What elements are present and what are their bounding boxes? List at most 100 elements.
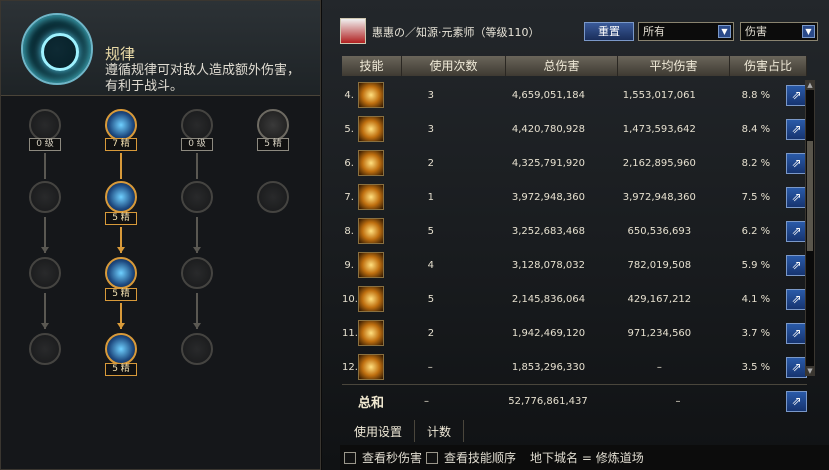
row-uses: 2	[427, 157, 435, 169]
row-avg-damage: –	[656, 361, 662, 373]
skill-level-2: 7 精	[105, 138, 137, 151]
row-uses: 2	[427, 327, 435, 339]
row-number: 5.	[344, 123, 354, 135]
share-icon[interactable]: ⇗	[786, 254, 807, 276]
skill-node-6[interactable]	[105, 181, 137, 213]
scroll-down-icon[interactable]: ▼	[805, 366, 815, 376]
skill-order-checkbox-label: 查看技能顺序	[444, 451, 517, 465]
scroll-thumb[interactable]	[807, 141, 813, 251]
dungeon-name: 地下城名 = 修炼道场	[530, 451, 644, 465]
status-bar: 查看秒伤害 查看技能顺序 地下城名 = 修炼道场	[340, 445, 829, 470]
skill-tree-panel: 规律 遵循规律可对敌人造成额外伤害，有利于战斗。 0 级 7 精 0 级 5 精…	[0, 0, 321, 470]
scrollbar[interactable]: ▲ ▼	[805, 80, 815, 376]
skill-node-8[interactable]	[257, 181, 289, 213]
row-total-damage: 4,325,791,920	[511, 157, 585, 169]
row-number: 9.	[344, 259, 354, 271]
reset-button[interactable]: 重置	[584, 22, 634, 41]
row-damage-pct: 3.5 %	[741, 361, 771, 373]
skill-node-12[interactable]	[29, 333, 61, 365]
share-icon[interactable]: ⇗	[786, 391, 807, 412]
col-skill[interactable]: 技能	[342, 56, 402, 76]
skill-icon	[357, 116, 384, 142]
col-total[interactable]: 总伤害	[506, 56, 618, 76]
table-row: 8. 5 3,252,683,468 650,536,693 6.2 % ⇗	[342, 214, 807, 248]
skill-node-5[interactable]	[29, 181, 61, 213]
skill-icon	[357, 252, 384, 278]
tree-arrow	[117, 323, 125, 329]
damage-stats-panel: 惠惠の／知源·元素师（等级110） 重置 所有 ▼ 伤害 ▼ 技能 使用次数 总…	[322, 0, 829, 470]
row-total-damage: 4,659,051,184	[511, 89, 585, 101]
share-icon[interactable]: ⇗	[786, 288, 807, 310]
row-number: 10.	[342, 293, 358, 305]
share-icon[interactable]: ⇗	[786, 186, 807, 208]
panel-description: 遵循规律可对敌人造成额外伤害，有利于战斗。	[105, 63, 301, 94]
skill-node-7[interactable]	[181, 181, 213, 213]
skill-node-14[interactable]	[181, 333, 213, 365]
skill-node-9[interactable]	[29, 257, 61, 289]
tree-connector	[44, 153, 46, 179]
tree-arrow	[117, 247, 125, 253]
share-icon[interactable]: ⇗	[786, 356, 807, 378]
table-row: 9. 4 3,128,078,032 782,019,508 5.9 % ⇗	[342, 248, 807, 282]
row-uses: 4	[427, 259, 435, 271]
row-total-damage: 4,420,780,928	[511, 123, 585, 135]
table-row: 7. 1 3,972,948,360 3,972,948,360 7.5 % ⇗	[342, 180, 807, 214]
sum-row: 总和 – 52,776,861,437 – ⇗	[342, 384, 807, 418]
skill-node-10[interactable]	[105, 257, 137, 289]
row-damage-pct: 7.5 %	[741, 191, 771, 203]
skill-icon	[357, 82, 384, 108]
row-uses: 1	[427, 191, 435, 203]
tab-usage-settings[interactable]: 使用设置	[342, 420, 416, 442]
tree-arrow	[41, 247, 49, 253]
table-header: 技能 使用次数 总伤害 平均伤害 伤害占比	[342, 56, 807, 76]
skill-node-4[interactable]	[257, 109, 289, 141]
row-avg-damage: 1,473,593,642	[622, 123, 696, 135]
row-avg-damage: 429,167,212	[627, 293, 692, 305]
share-icon[interactable]: ⇗	[786, 84, 807, 106]
player-name: 惠惠の／知源·元素师（等级110）	[372, 26, 540, 39]
dps-checkbox[interactable]	[344, 451, 356, 464]
row-number: 8.	[344, 225, 354, 237]
avatar	[340, 18, 366, 44]
row-avg-damage: 3,972,948,360	[622, 191, 696, 203]
skill-node-3[interactable]	[181, 109, 213, 141]
filter-select[interactable]: 所有 ▼	[638, 22, 734, 41]
tree-arrow	[41, 323, 49, 329]
skill-icon	[357, 150, 384, 176]
sum-total: 52,776,861,437	[508, 396, 588, 407]
row-avg-damage: 782,019,508	[627, 259, 692, 271]
skill-node-2[interactable]	[105, 109, 137, 141]
skill-level-13: 5 精	[105, 363, 137, 376]
row-number: 12.	[342, 361, 358, 373]
skill-order-checkbox[interactable]	[426, 451, 439, 464]
row-number: 11.	[342, 327, 358, 339]
col-pct[interactable]: 伤害占比	[730, 56, 807, 76]
row-damage-pct: 6.2 %	[741, 225, 771, 237]
metric-select[interactable]: 伤害 ▼	[740, 22, 818, 41]
damage-table: 技能 使用次数 总伤害 平均伤害 伤害占比 4. 3 4,659,051,184 1,…	[342, 56, 807, 380]
col-avg[interactable]: 平均伤害	[618, 56, 730, 76]
chevron-down-icon: ▼	[718, 25, 731, 38]
skill-icon	[357, 218, 384, 244]
skill-node-11[interactable]	[181, 257, 213, 289]
share-icon[interactable]: ⇗	[786, 118, 807, 140]
row-damage-pct: 8.4 %	[741, 123, 771, 135]
sum-avg: –	[675, 396, 681, 407]
skill-node-1[interactable]	[29, 109, 61, 141]
compass-emblem-icon	[21, 13, 93, 85]
tree-arrow	[193, 247, 201, 253]
skill-icon	[357, 184, 384, 210]
skill-level-1: 0 级	[29, 138, 61, 151]
col-uses[interactable]: 使用次数	[402, 56, 506, 76]
tree-arrow	[193, 323, 201, 329]
share-icon[interactable]: ⇗	[786, 322, 807, 344]
scroll-up-icon[interactable]: ▲	[805, 80, 815, 90]
share-icon[interactable]: ⇗	[786, 152, 807, 174]
skill-node-13[interactable]	[105, 333, 137, 365]
row-avg-damage: 650,536,693	[627, 225, 692, 237]
table-row: 5. 3 4,420,780,928 1,473,593,642 8.4 % ⇗	[342, 112, 807, 146]
skill-tree-header: 规律 遵循规律可对敌人造成额外伤害，有利于战斗。	[1, 1, 320, 96]
tab-count[interactable]: 计数	[415, 420, 465, 442]
panel-title: 规律	[105, 45, 136, 63]
share-icon[interactable]: ⇗	[786, 220, 807, 242]
